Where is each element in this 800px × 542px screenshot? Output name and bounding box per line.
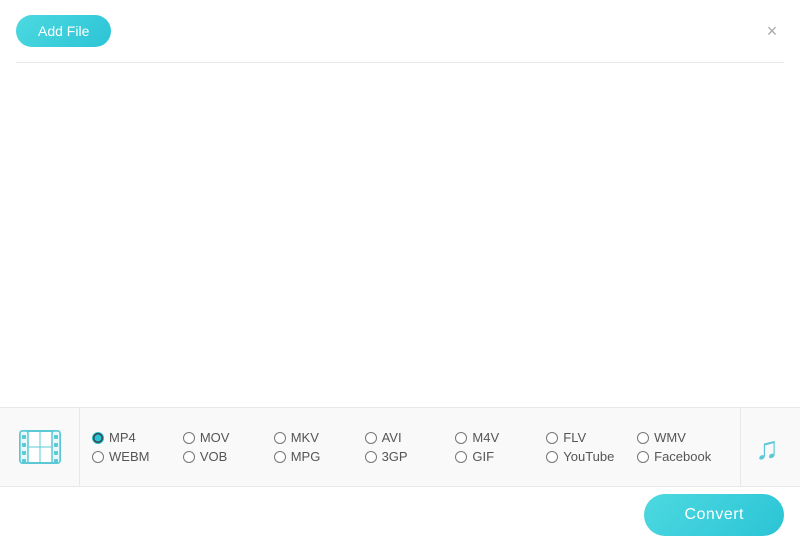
- format-option-avi[interactable]: AVI: [365, 430, 456, 445]
- format-option-wmv[interactable]: WMV: [637, 430, 728, 445]
- music-note-icon: ♫: [755, 429, 787, 465]
- format-label-youtube: YouTube: [563, 449, 614, 464]
- format-label-mov: MOV: [200, 430, 230, 445]
- format-option-webm[interactable]: WEBM: [92, 449, 183, 464]
- action-bar: Convert: [0, 487, 800, 542]
- format-option-mov[interactable]: MOV: [183, 430, 274, 445]
- format-options-grid: MP4 MOV MKV AVI M4V FLV WMV WEBM: [80, 422, 740, 472]
- format-label-webm: WEBM: [109, 449, 149, 464]
- format-option-youtube[interactable]: YouTube: [546, 449, 637, 464]
- format-label-flv: FLV: [563, 430, 586, 445]
- format-option-3gp[interactable]: 3GP: [365, 449, 456, 464]
- format-option-mpg[interactable]: MPG: [274, 449, 365, 464]
- format-panel: MP4 MOV MKV AVI M4V FLV WMV WEBM: [0, 407, 800, 487]
- format-option-vob[interactable]: VOB: [183, 449, 274, 464]
- format-option-facebook[interactable]: Facebook: [637, 449, 728, 464]
- film-icon: [18, 425, 62, 469]
- format-label-3gp: 3GP: [382, 449, 408, 464]
- format-label-m4v: M4V: [472, 430, 499, 445]
- format-label-avi: AVI: [382, 430, 402, 445]
- format-option-flv[interactable]: FLV: [546, 430, 637, 445]
- format-option-gif[interactable]: GIF: [455, 449, 546, 464]
- format-option-m4v[interactable]: M4V: [455, 430, 546, 445]
- add-file-button[interactable]: Add File: [16, 15, 111, 47]
- format-option-mp4[interactable]: MP4: [92, 430, 183, 445]
- drop-zone[interactable]: [0, 63, 800, 373]
- format-option-mkv[interactable]: MKV: [274, 430, 365, 445]
- convert-button[interactable]: Convert: [644, 494, 784, 536]
- format-label-mkv: MKV: [291, 430, 319, 445]
- format-label-gif: GIF: [472, 449, 494, 464]
- format-label-facebook: Facebook: [654, 449, 711, 464]
- format-label-wmv: WMV: [654, 430, 686, 445]
- format-label-vob: VOB: [200, 449, 227, 464]
- close-button[interactable]: ×: [760, 19, 784, 43]
- format-label-mp4: MP4: [109, 430, 136, 445]
- audio-format-icon-box[interactable]: ♫: [740, 407, 800, 487]
- top-bar: Add File ×: [0, 0, 800, 62]
- format-label-mpg: MPG: [291, 449, 321, 464]
- video-format-icon-box[interactable]: [0, 407, 80, 487]
- svg-text:♫: ♫: [755, 430, 779, 465]
